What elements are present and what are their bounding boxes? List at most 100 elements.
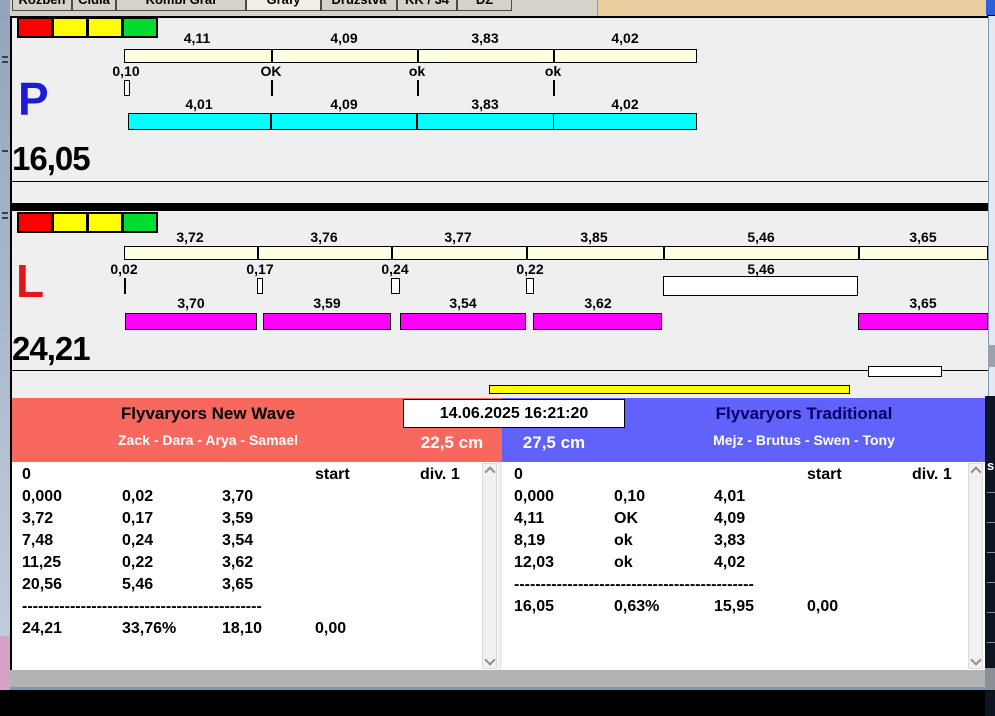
app-window: RozběhČidlaKombi GrafGrafyDružstvaKK / 3… — [0, 0, 995, 716]
swim-bar — [125, 313, 257, 330]
split-cell: 20,56 — [22, 576, 63, 593]
status-square — [17, 17, 53, 38]
lane-p-total: 16,05 — [12, 140, 91, 177]
split-divider — [391, 246, 393, 260]
exchange-tick — [553, 80, 555, 96]
split-label: 4,02 — [611, 30, 639, 46]
tab-kombi-graf[interactable]: Kombi Graf — [116, 0, 246, 11]
split-divider — [417, 49, 419, 63]
background-grid-line — [987, 642, 995, 643]
swim-bar — [400, 313, 526, 330]
background-scroll-button[interactable] — [986, 0, 995, 15]
split-divider — [553, 49, 555, 63]
total-cell: 0,00 — [807, 598, 839, 615]
head-start: start — [315, 466, 350, 483]
split-cell: 8,19 — [514, 532, 546, 549]
split-cell: 0,10 — [614, 488, 646, 505]
split-cell: ok — [614, 554, 633, 571]
status-square — [87, 212, 123, 233]
split-cell: 4,01 — [714, 488, 746, 505]
tab-kk-34[interactable]: KK / 34 — [397, 0, 457, 11]
split-label: 3,65 — [909, 229, 937, 245]
split-label: 3,77 — [444, 229, 472, 245]
split-divider — [526, 246, 528, 260]
timeline-marker-box — [868, 366, 942, 377]
background-edge-text: s — [987, 458, 995, 473]
tab-strip: RozběhČidlaKombi GrafGrafyDružstvaKK / 3… — [0, 0, 600, 16]
exchange-label: 0,17 — [246, 261, 274, 277]
exchange-tick — [271, 80, 273, 96]
status-square — [52, 17, 88, 38]
background-right-scrollbar[interactable] — [988, 16, 995, 396]
split-divider — [257, 246, 259, 260]
scroll-down-icon[interactable] — [970, 654, 982, 666]
exchange-label: ok — [408, 63, 426, 79]
total-cell: 18,10 — [222, 620, 263, 637]
exchange-label: 5,46 — [747, 261, 775, 277]
tab-dru-stva[interactable]: Družstva — [321, 0, 397, 11]
split-cell: 3,65 — [222, 576, 254, 593]
exchange-bigbox — [663, 276, 858, 296]
exchange-label: 0,24 — [381, 261, 409, 277]
exchange-tick — [124, 278, 126, 294]
scroll-up-icon[interactable] — [970, 466, 982, 478]
background-window-strip — [597, 0, 987, 16]
lane-l-label: L — [16, 255, 45, 307]
team-left-members: Zack - Dara - Arya - Samael — [117, 432, 298, 448]
exchange-label: ok — [544, 63, 562, 79]
total-cell: 33,76% — [122, 620, 177, 637]
split-cell: ok — [614, 532, 633, 549]
split-label: 4,11 — [183, 30, 211, 46]
background-left-scrollbar[interactable] — [0, 0, 10, 690]
swim-bar — [417, 113, 554, 130]
scrollbar-left-table[interactable] — [482, 463, 497, 669]
split-cell: 11,25 — [22, 554, 62, 571]
tab-dz[interactable]: DZ — [457, 0, 512, 11]
divider-row: ----------------------------------------… — [514, 576, 754, 593]
exchange-label: 0,10 — [112, 63, 140, 79]
split-cell: 7,48 — [22, 532, 54, 549]
tab--idla[interactable]: Čidla — [72, 0, 116, 11]
background-grid-line — [987, 552, 995, 553]
split-cell: 4,11 — [514, 510, 545, 527]
total-cell: 15,95 — [714, 598, 755, 615]
status-square — [17, 212, 53, 233]
split-cell: 3,83 — [714, 532, 746, 549]
left-strip-mark — [2, 217, 8, 219]
tab-grafy[interactable]: Grafy — [246, 0, 321, 11]
swim-label: 4,09 — [330, 96, 358, 112]
swim-label: 3,62 — [584, 295, 612, 311]
team-right-members: Mejz - Brutus - Swen - Tony — [713, 432, 895, 448]
lane-separator — [10, 203, 988, 211]
split-label: 3,76 — [310, 229, 338, 245]
split-cell: 0,02 — [122, 488, 154, 505]
scrollbar-right-table[interactable] — [968, 463, 983, 669]
scroll-down-icon[interactable] — [484, 654, 496, 666]
background-grid-line — [987, 492, 995, 493]
highlight-bar — [489, 385, 850, 394]
split-label: 3,83 — [471, 30, 499, 46]
total-cell: 16,05 — [514, 598, 555, 615]
lane-p-label: P — [18, 73, 49, 125]
split-cell: 0,22 — [122, 554, 154, 571]
split-bar — [124, 49, 697, 63]
swim-label: 3,83 — [471, 96, 499, 112]
split-cell: 0,17 — [122, 510, 154, 527]
total-cell: 24,21 — [22, 620, 63, 637]
exchange-label: 0,02 — [110, 261, 138, 277]
datetime-display: 14.06.2025 16:21:20 — [403, 399, 625, 428]
scroll-up-icon[interactable] — [484, 466, 496, 478]
left-strip-mark — [2, 61, 8, 63]
exchange-box — [526, 278, 534, 294]
split-cell: 12,03 — [514, 554, 555, 571]
exchange-label: OK — [260, 63, 282, 79]
split-cell: 3,54 — [222, 532, 254, 549]
tab-rozb-h[interactable]: Rozběh — [12, 0, 72, 11]
lane-l-underline — [10, 370, 988, 371]
team-left-distance: 22,5 cm — [420, 433, 484, 452]
exchange-tick — [417, 80, 419, 96]
total-cell: 0,00 — [315, 620, 347, 637]
divider-row: ----------------------------------------… — [22, 598, 262, 615]
team-right-distance: 27,5 cm — [522, 433, 586, 452]
background-grid-line — [987, 522, 995, 523]
